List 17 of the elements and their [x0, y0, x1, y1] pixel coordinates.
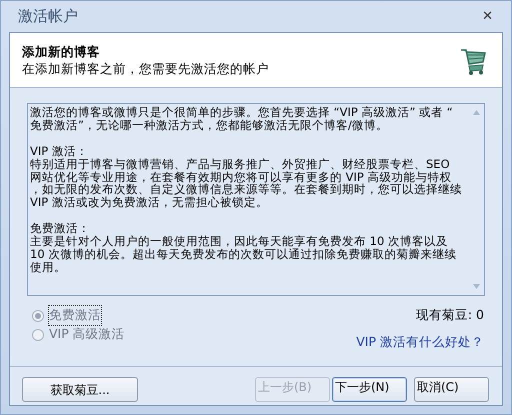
scroll-down-icon[interactable]	[472, 284, 480, 289]
scroll-up-icon[interactable]	[472, 110, 480, 115]
dialog-button[interactable]: 取消(C)	[414, 377, 489, 402]
benefits-link[interactable]: VIP 激活有什么好处？	[356, 332, 484, 352]
window-title: 激活帐户	[18, 6, 78, 28]
section-heading: 免费激活：	[30, 222, 91, 236]
info-paragraph: 特别适用于博客与微博营销、产品与服务推广、外贸推广、财经股票专栏、SEO 网站优化等专业用途，在套餐有效期内您将可以享有更多的 VIP 高级功能与特权 ，如无限的发布次数、自定义微博信息来源等等。在套餐到期时，您可以选择继续 VIP 激活或改为免费激活，无需担心被锁定。	[30, 158, 463, 210]
section-heading: VIP 激活：	[30, 144, 89, 158]
balance-label: 现有菊豆: 0	[414, 306, 484, 324]
info-paragraph: 激活您的博客或微博只是个很简单的步骤。您首先要选择 “VIP 高级激活” 或者 “ 免费激活”，无论哪一种激活方式，您都能够激活无限个博客/微博。	[30, 106, 454, 132]
dialog-button[interactable]: 获取菊豆...	[22, 377, 138, 402]
dialog-button[interactable]: 下一步(N)	[332, 377, 407, 402]
info-textbox[interactable]	[27, 103, 485, 296]
close-button[interactable]: ✕	[478, 10, 497, 23]
header-title: 添加新的博客	[22, 43, 101, 60]
info-paragraph: 主要是针对个人用户的一般使用范围，因此每天能享有免费发布 10 次博客以及 10 次微博的机会。超出每天免费发布的次数可以通过扣除免费赚取的菊瓣来继续 使用。	[30, 235, 458, 274]
header-subtitle: 在添加新博客之前，您需要先激活您的帐户	[22, 60, 269, 77]
